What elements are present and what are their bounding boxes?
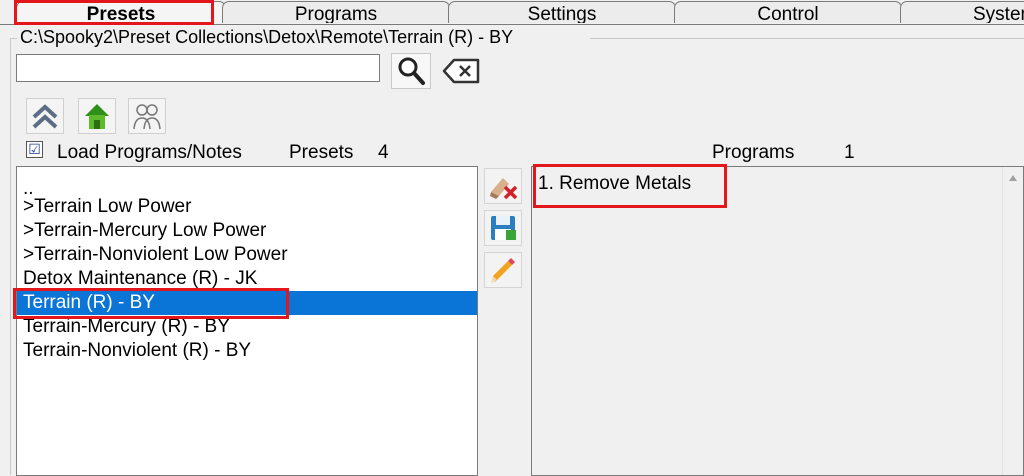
tab-programs[interactable]: Programs: [222, 1, 450, 23]
list-item[interactable]: >Terrain Low Power: [17, 195, 477, 219]
double-chevron-up-icon: [32, 104, 58, 129]
tab-bar: Presets Programs Settings Control System: [0, 0, 1024, 25]
program-item[interactable]: 1. Remove Metals: [538, 173, 691, 195]
programs-count: 1: [844, 142, 855, 163]
list-item[interactable]: Terrain-Nonviolent (R) - BY: [17, 339, 477, 363]
users-button[interactable]: [128, 98, 166, 134]
edit-button[interactable]: [484, 252, 522, 288]
collection-path: C:\Spooky2\Preset Collections\Detox\Remo…: [20, 27, 514, 47]
save-button[interactable]: [484, 210, 522, 246]
tab-presets[interactable]: Presets: [16, 1, 226, 23]
search-button[interactable]: [391, 53, 431, 89]
list-item[interactable]: Detox Maintenance (R) - JK: [17, 267, 477, 291]
search-input[interactable]: [16, 54, 380, 82]
programs-label: Programs: [712, 142, 795, 163]
presets-list[interactable]: .. >Terrain Low Power >Terrain-Mercury L…: [16, 166, 478, 476]
load-programs-checkbox[interactable]: ☑: [26, 141, 43, 158]
load-programs-label: Load Programs/Notes: [57, 142, 242, 163]
home-button[interactable]: [78, 98, 116, 134]
tab-label: Presets: [86, 4, 156, 23]
list-item-selected[interactable]: Terrain (R) - BY: [17, 291, 477, 315]
users-icon: [133, 104, 161, 130]
eraser-delete-icon: [490, 178, 518, 200]
up-folder-button[interactable]: [26, 98, 64, 134]
list-item[interactable]: >Terrain-Nonviolent Low Power: [17, 243, 477, 267]
tab-settings[interactable]: Settings: [448, 1, 676, 23]
presets-count: 4: [378, 142, 389, 163]
list-item[interactable]: >Terrain-Mercury Low Power: [17, 219, 477, 243]
magnifier-icon: [398, 57, 425, 85]
clear-x-icon: [442, 58, 480, 84]
home-icon: [85, 104, 109, 129]
group-border-top: [590, 38, 1024, 39]
tab-label: Settings: [527, 4, 597, 23]
programs-scrollbar[interactable]: [1002, 167, 1023, 475]
presets-label: Presets: [289, 142, 354, 163]
tab-label: System: [973, 4, 1024, 23]
tab-control[interactable]: Control: [674, 1, 902, 23]
tab-label: Programs: [294, 4, 378, 23]
tab-label: Control: [757, 4, 819, 23]
tab-system[interactable]: System: [900, 1, 1024, 23]
save-disk-icon: [491, 216, 516, 240]
scroll-up-icon[interactable]: [1009, 175, 1017, 181]
list-item[interactable]: Terrain-Mercury (R) - BY: [17, 315, 477, 339]
clear-search-button[interactable]: [440, 55, 482, 87]
delete-button[interactable]: [484, 168, 522, 204]
pencil-icon: [491, 258, 515, 283]
programs-list[interactable]: 1. Remove Metals: [531, 166, 1024, 476]
